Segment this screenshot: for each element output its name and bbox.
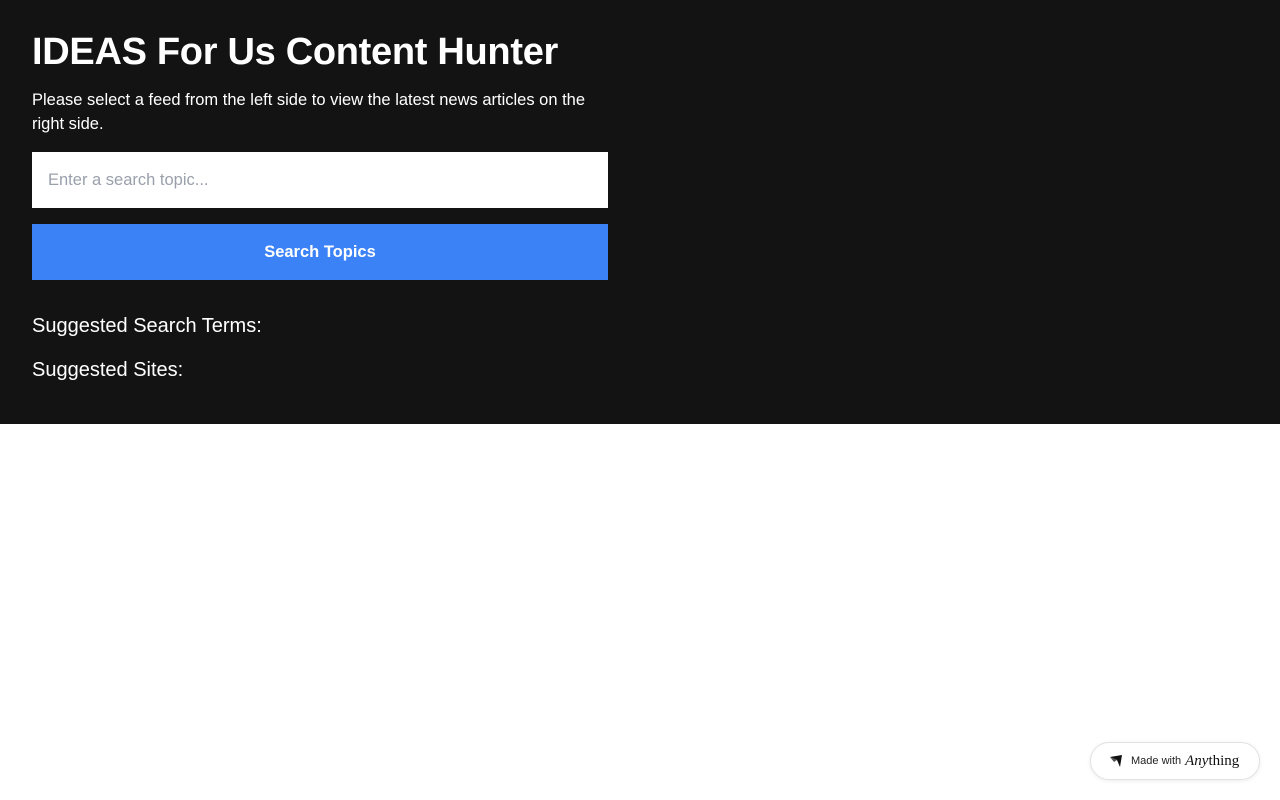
header-panel: IDEAS For Us Content Hunter Please selec… xyxy=(0,0,1280,424)
badge-brand-rest: thing xyxy=(1208,752,1240,769)
badge-prefix-text: Made with xyxy=(1131,755,1182,767)
search-input[interactable] xyxy=(32,152,608,208)
suggested-search-terms-heading: Suggested Search Terms: xyxy=(32,315,262,337)
search-topics-button[interactable]: Search Topics xyxy=(32,224,608,280)
main-content: IDEAS For Us Content Hunter Please selec… xyxy=(32,28,608,384)
anything-logo-icon xyxy=(1109,754,1123,768)
badge-brand-italic: Any xyxy=(1185,752,1209,769)
made-with-anything-badge[interactable]: Made with Anything xyxy=(1090,742,1260,780)
badge-brand-text: Anything xyxy=(1185,753,1239,770)
suggested-sites-heading: Suggested Sites: xyxy=(32,359,184,381)
page-title: IDEAS For Us Content Hunter xyxy=(32,31,559,73)
page-description: Please select a feed from the left side … xyxy=(32,91,586,133)
